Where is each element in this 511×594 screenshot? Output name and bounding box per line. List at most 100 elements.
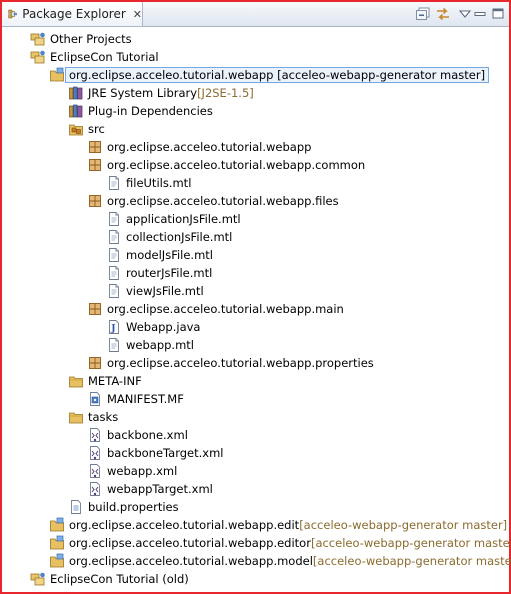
tree-item[interactable]: org.eclipse.acceleo.tutorial.webapp.main [87, 300, 344, 317]
view-toolbar: Package Explorer ✕ [2, 2, 509, 27]
file-icon [106, 211, 122, 227]
plugin-project-icon [49, 535, 65, 551]
xml-file-icon [87, 481, 103, 497]
file-icon [106, 283, 122, 299]
tree-item-label: viewJsFile.mtl [126, 283, 204, 298]
package-explorer-view: Package Explorer ✕ Other Projects Eclipse… [0, 0, 511, 594]
tree-item[interactable]: routerJsFile.mtl [106, 264, 212, 281]
tree-item[interactable]: applicationJsFile.mtl [106, 210, 241, 227]
tree-item[interactable]: Plug-in Dependencies [68, 102, 213, 119]
tree-item-label: org.eclipse.acceleo.tutorial.webapp.edit [69, 517, 300, 532]
maximize-icon[interactable] [490, 7, 506, 21]
package-explorer-icon [8, 9, 17, 19]
file-icon [106, 247, 122, 263]
tree-item-label: MANIFEST.MF [107, 391, 184, 406]
properties-file-icon [68, 499, 84, 515]
tree-item-label: org.eclipse.acceleo.tutorial.webapp [acc… [65, 66, 490, 83]
plugin-project-icon [49, 67, 65, 83]
tree-item-label: META-INF [88, 373, 142, 388]
tree-item-decoration: [acceleo-webapp-generator master] [310, 535, 511, 550]
file-icon [106, 175, 122, 191]
tree-item-label: JRE System Library [88, 85, 198, 100]
tree-item-label: backboneTarget.xml [107, 445, 224, 460]
file-icon [106, 229, 122, 245]
tab-title: Package Explorer [22, 7, 126, 21]
tree-item[interactable]: Other Projects [30, 30, 132, 47]
tree-item-label: org.eclipse.acceleo.tutorial.webapp.comm… [107, 157, 366, 172]
working-set-icon [30, 49, 46, 65]
close-icon[interactable]: ✕ [133, 8, 142, 21]
tree-item[interactable]: collectionJsFile.mtl [106, 228, 232, 245]
xml-file-icon [87, 463, 103, 479]
tree-item[interactable]: src [68, 120, 105, 137]
tree-item-decoration: [acceleo-webapp-generator master] [312, 553, 511, 568]
package-icon [87, 193, 103, 209]
tree-item[interactable]: org.eclipse.acceleo.tutorial.webapp [87, 138, 311, 155]
tree-item-label: fileUtils.mtl [126, 175, 192, 190]
tree-item-label: backbone.xml [107, 427, 188, 442]
tree-item[interactable]: EclipseCon Tutorial (old) [30, 570, 189, 587]
tree-item[interactable]: webappTarget.xml [87, 480, 213, 497]
source-folder-icon [68, 121, 84, 137]
tree-item[interactable]: org.eclipse.acceleo.tutorial.webapp.comm… [87, 156, 365, 173]
tree-item[interactable]: fileUtils.mtl [106, 174, 191, 191]
library-icon [68, 103, 84, 119]
project-tree: Other Projects EclipseCon Tutorial org.ecl… [2, 28, 511, 592]
collapse-all-icon[interactable] [415, 7, 431, 21]
tree-item-label: webappTarget.xml [107, 481, 213, 496]
view-menu-icon[interactable] [457, 8, 473, 22]
tree-item[interactable]: org.eclipse.acceleo.tutorial.webapp.prop… [87, 354, 374, 371]
tree-item[interactable]: org.eclipse.acceleo.tutorial.webapp.mode… [49, 552, 511, 569]
tree-item[interactable]: META-INF [68, 372, 142, 389]
plugin-project-icon [49, 553, 65, 569]
svg-text:J: J [110, 324, 115, 334]
tree-item-label: applicationJsFile.mtl [126, 211, 241, 226]
package-icon [87, 139, 103, 155]
tree-item[interactable]: viewJsFile.mtl [106, 282, 204, 299]
tree-item-label: routerJsFile.mtl [126, 265, 213, 280]
plugin-project-icon [49, 517, 65, 533]
tree-item[interactable]: build.properties [68, 498, 179, 515]
package-icon [87, 157, 103, 173]
tree-item-decoration: [acceleo-webapp-generator master] [299, 517, 508, 532]
minimize-icon[interactable] [472, 7, 488, 21]
tree-item[interactable]: J Webapp.java [106, 318, 200, 335]
tree-item-label: tasks [88, 409, 119, 424]
tree-item[interactable]: tasks [68, 408, 118, 425]
tree-item-label: webapp.xml [107, 463, 178, 478]
tree-item[interactable]: backbone.xml [87, 426, 188, 443]
tree-item-label: modelJsFile.mtl [126, 247, 213, 262]
library-icon [68, 85, 84, 101]
tree-item-label: org.eclipse.acceleo.tutorial.webapp.file… [107, 193, 339, 208]
link-with-editor-icon[interactable] [435, 7, 451, 21]
tree-item[interactable]: EclipseCon Tutorial [30, 48, 159, 65]
tree-item[interactable]: webapp.xml [87, 462, 177, 479]
tree-item[interactable]: org.eclipse.acceleo.tutorial.webapp.edit… [49, 534, 511, 551]
file-icon [106, 265, 122, 281]
tree-item-label: org.eclipse.acceleo.tutorial.webapp.mode… [69, 553, 313, 568]
package-icon [87, 301, 103, 317]
tree-item[interactable]: modelJsFile.mtl [106, 246, 213, 263]
tree-item[interactable]: org.eclipse.acceleo.tutorial.webapp.edit… [49, 516, 507, 533]
tree-item-label: build.properties [88, 499, 179, 514]
tree-item-label: org.eclipse.acceleo.tutorial.webapp.edit… [69, 535, 311, 550]
tree-item[interactable]: backboneTarget.xml [87, 444, 223, 461]
xml-file-icon [87, 427, 103, 443]
tree-item-label: org.eclipse.acceleo.tutorial.webapp.prop… [107, 355, 374, 370]
tree-item[interactable]: org.eclipse.acceleo.tutorial.webapp.file… [87, 192, 339, 209]
tree-item[interactable]: MANIFEST.MF [87, 390, 184, 407]
tree-item[interactable]: org.eclipse.acceleo.tutorial.webapp [acc… [49, 66, 490, 83]
tree-item-label: Plug-in Dependencies [88, 103, 213, 118]
tree-item[interactable]: webapp.mtl [106, 336, 194, 353]
xml-file-icon [87, 445, 103, 461]
manifest-icon [87, 391, 103, 407]
tree-item[interactable]: JRE System Library [J2SE-1.5] [68, 84, 254, 101]
folder-icon [68, 409, 84, 425]
tab-package-explorer[interactable]: Package Explorer ✕ [2, 2, 143, 26]
working-set-icon [30, 571, 46, 587]
tree-item-label: EclipseCon Tutorial (old) [50, 571, 189, 586]
working-set-icon [30, 31, 46, 47]
folder-icon [68, 373, 84, 389]
package-icon [87, 355, 103, 371]
tree-item-label: Other Projects [50, 31, 132, 46]
